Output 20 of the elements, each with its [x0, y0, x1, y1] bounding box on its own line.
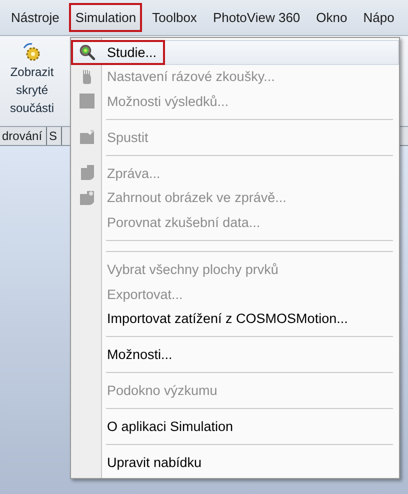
menu-bar-item[interactable]: PhotoView 360 — [206, 3, 306, 32]
show-hidden-components-button[interactable]: Zobrazit skryté součásti — [8, 42, 56, 116]
tab[interactable]: drování — [0, 127, 48, 145]
square-icon — [79, 93, 95, 110]
menu-bar-item[interactable]: Nápo — [357, 3, 400, 32]
magnifier-icon — [79, 44, 95, 60]
menu-item[interactable]: Importovat zatížení z COSMOSMotion... — [71, 306, 399, 331]
document-icon — [79, 190, 95, 206]
menu-bar-item[interactable]: Toolbox — [146, 3, 203, 32]
document-icon — [79, 165, 95, 182]
menu-bar-item[interactable]: Okno — [310, 3, 354, 32]
menu-item[interactable]: Studie... — [71, 40, 399, 64]
menu-bar-item[interactable]: Nástroje — [5, 3, 66, 32]
menu-item[interactable]: O aplikaci Simulation — [71, 414, 399, 439]
menu-item[interactable]: Upravit nabídku — [71, 450, 399, 475]
menu-item[interactable]: Možnosti... — [71, 342, 399, 367]
menu-bar-item[interactable]: Simulation — [69, 3, 142, 32]
run-icon — [79, 129, 95, 146]
gear-icon — [22, 42, 42, 62]
tab[interactable]: S — [45, 127, 62, 145]
